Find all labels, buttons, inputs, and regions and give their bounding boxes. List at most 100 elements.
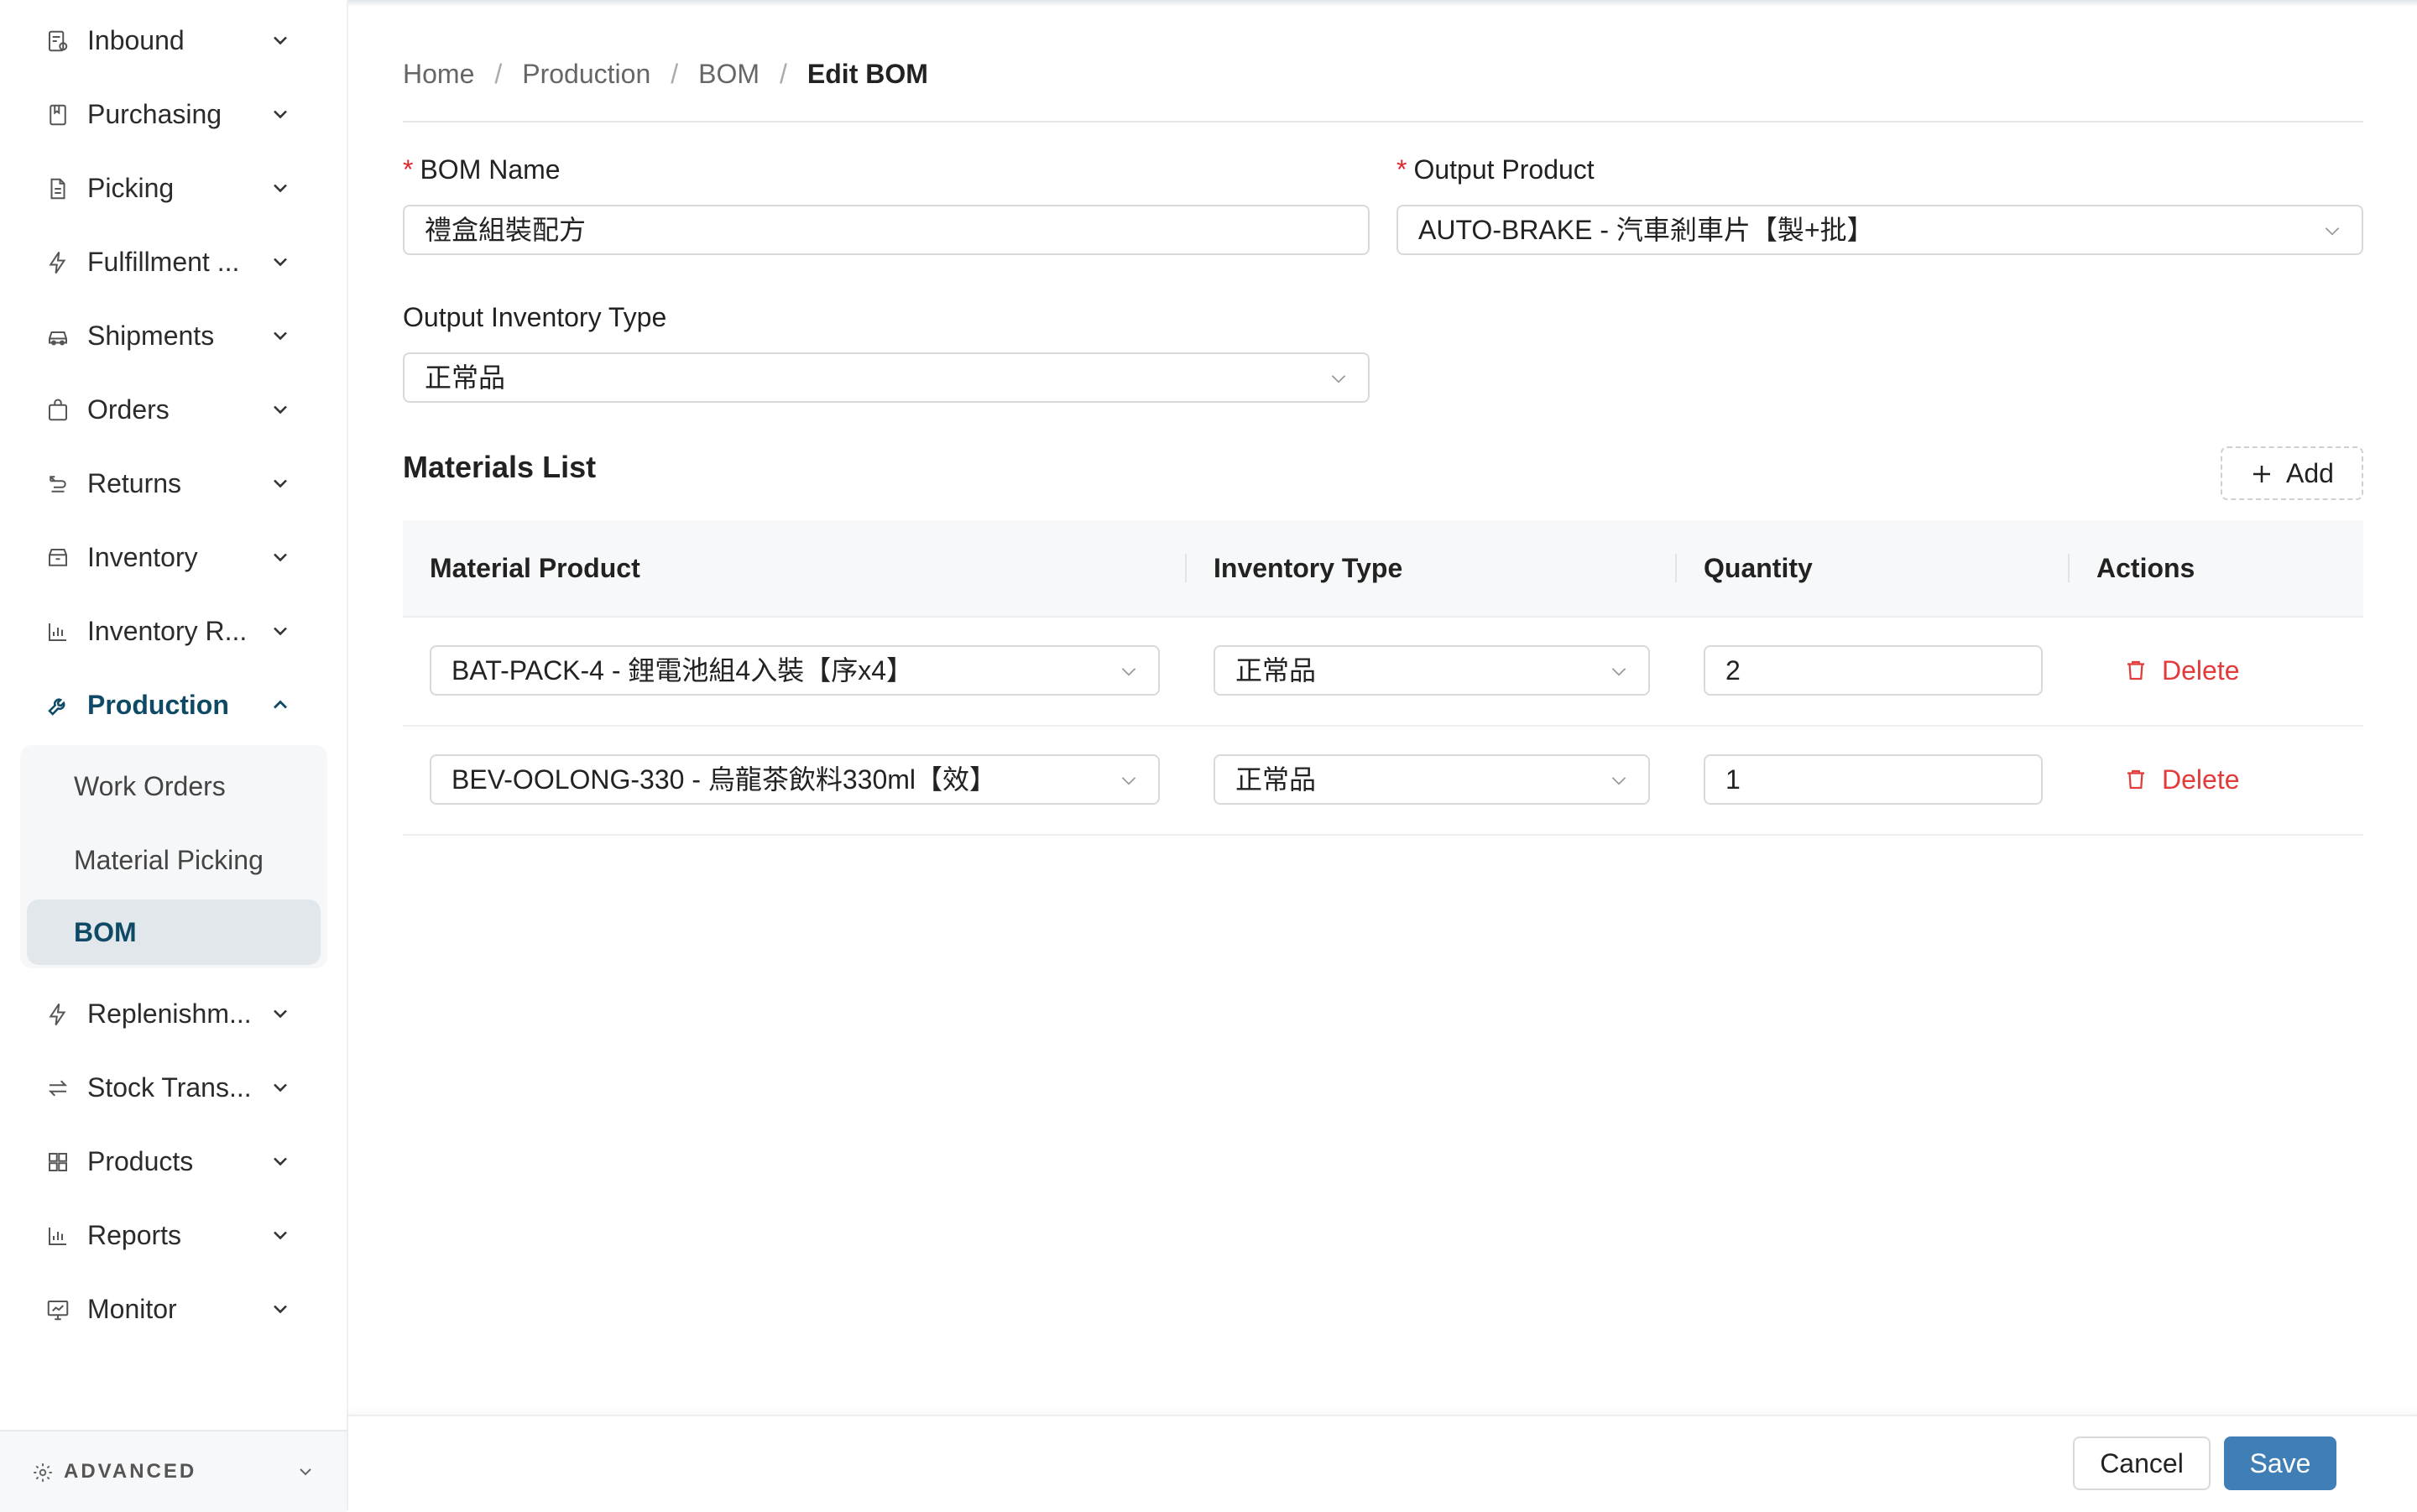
sidebar-item-products[interactable]: Products xyxy=(15,1129,331,1193)
breadcrumb-current: Edit BOM xyxy=(807,58,928,89)
sidebar-item-label: Shipments xyxy=(87,321,215,351)
inventory-icon xyxy=(45,545,70,571)
sidebar: Inbound Purchasing Picking Fulfillment .… xyxy=(0,0,348,1512)
material-product-select[interactable]: BAT-PACK-4 - 鋰電池組4入裝【序x4】 xyxy=(430,645,1160,696)
delete-label: Delete xyxy=(2162,655,2240,686)
delete-row-button[interactable]: Delete xyxy=(2123,754,2258,805)
sidebar-item-production[interactable]: Production xyxy=(15,673,331,737)
purchasing-icon xyxy=(45,102,70,128)
submenu-item-label: Work Orders xyxy=(74,771,226,801)
breadcrumb-home[interactable]: Home xyxy=(403,59,474,90)
column-header-material-product: Material Product xyxy=(430,553,640,583)
sidebar-item-label: Orders xyxy=(87,394,170,425)
returns-icon xyxy=(45,472,70,497)
stock-transfer-icon xyxy=(45,1076,70,1101)
quantity-input[interactable]: 2 xyxy=(1704,645,2043,696)
sidebar-item-label: Inventory xyxy=(87,542,198,572)
table-row: BEV-OOLONG-330 - 烏龍茶飲料330ml【效】 正常品 1 xyxy=(403,725,2363,836)
bom-name-input[interactable]: 禮盒組裝配方 xyxy=(403,205,1370,255)
inbound-icon xyxy=(45,29,70,54)
production-icon xyxy=(45,693,70,718)
sidebar-item-returns[interactable]: Returns xyxy=(15,451,331,515)
sidebar-item-label: Purchasing xyxy=(87,99,222,129)
orders-icon xyxy=(45,398,70,423)
chevron-down-icon xyxy=(269,1223,292,1247)
shipments-icon xyxy=(45,324,70,349)
sidebar-item-picking[interactable]: Picking xyxy=(15,156,331,220)
breadcrumb-separator: / xyxy=(671,58,679,89)
chevron-down-icon xyxy=(269,102,292,126)
output-product-value: AUTO-BRAKE - 汽車剎車片【製+批】 xyxy=(1418,215,1874,245)
chevron-down-icon xyxy=(269,250,292,274)
output-product-select[interactable]: AUTO-BRAKE - 汽車剎車片【製+批】 xyxy=(1396,205,2363,255)
materials-table-header: Material Product Inventory Type Quantity… xyxy=(403,520,2363,618)
save-button[interactable]: Save xyxy=(2224,1436,2336,1490)
sidebar-item-replenishment[interactable]: Replenishm... xyxy=(15,982,331,1045)
delete-row-button[interactable]: Delete xyxy=(2123,645,2258,696)
chevron-down-icon xyxy=(295,1462,316,1482)
submenu-item-material-picking[interactable]: Material Picking xyxy=(27,827,321,893)
sidebar-item-label: Stock Trans... xyxy=(87,1072,252,1103)
sidebar-item-reports[interactable]: Reports xyxy=(15,1203,331,1267)
sidebar-item-fulfillment[interactable]: Fulfillment ... xyxy=(15,230,331,294)
trash-icon xyxy=(2123,767,2148,792)
monitor-icon xyxy=(45,1297,70,1322)
sidebar-item-purchasing[interactable]: Purchasing xyxy=(15,82,331,146)
inventory-report-icon xyxy=(45,619,70,644)
chevron-down-icon xyxy=(269,1297,292,1321)
chevron-down-icon xyxy=(269,545,292,569)
add-button-label: Add xyxy=(2286,458,2334,488)
sidebar-item-label: Production xyxy=(87,690,229,720)
breadcrumb-bom[interactable]: BOM xyxy=(698,59,760,90)
inventory-type-value: 正常品 xyxy=(1235,655,1317,686)
sidebar-item-inbound[interactable]: Inbound xyxy=(15,8,331,72)
production-submenu: Work Orders Material Picking BOM xyxy=(20,745,327,968)
required-mark: * xyxy=(1396,154,1407,185)
breadcrumb-separator: / xyxy=(780,58,787,89)
quantity-input[interactable]: 1 xyxy=(1704,754,2043,805)
chevron-down-icon xyxy=(1328,368,1349,389)
chevron-down-icon xyxy=(269,1150,292,1173)
chevron-down-icon xyxy=(269,398,292,421)
gear-icon xyxy=(32,1462,54,1483)
chevron-down-icon xyxy=(269,619,292,643)
sidebar-item-monitor[interactable]: Monitor xyxy=(15,1277,331,1341)
submenu-item-label: Material Picking xyxy=(74,845,264,875)
inventory-type-select[interactable]: 正常品 xyxy=(1214,754,1650,805)
submenu-item-bom[interactable]: BOM xyxy=(27,899,321,965)
add-material-button[interactable]: Add xyxy=(2221,446,2363,500)
output-inventory-type-label: Output Inventory Type xyxy=(403,302,667,332)
chevron-down-icon xyxy=(269,472,292,495)
table-row: BAT-PACK-4 - 鋰電池組4入裝【序x4】 正常品 2 xyxy=(403,616,2363,727)
top-shadow xyxy=(348,0,2417,7)
chevron-down-icon xyxy=(2321,220,2343,242)
quantity-value: 2 xyxy=(1725,655,1741,686)
column-header-actions: Actions xyxy=(2096,553,2195,583)
required-mark: * xyxy=(403,154,414,185)
column-divider xyxy=(2068,554,2070,582)
submenu-item-label: BOM xyxy=(74,917,137,947)
sidebar-item-shipments[interactable]: Shipments xyxy=(15,304,331,368)
advanced-toggle[interactable]: ADVANCED xyxy=(0,1430,347,1512)
bom-name-value: 禮盒組裝配方 xyxy=(425,215,587,245)
sidebar-item-label: Reports xyxy=(87,1220,182,1250)
output-product-label-text: Output Product xyxy=(1413,154,1595,185)
picking-icon xyxy=(45,176,70,201)
inventory-type-select[interactable]: 正常品 xyxy=(1214,645,1650,696)
sidebar-item-inventory[interactable]: Inventory xyxy=(15,525,331,589)
cancel-button[interactable]: Cancel xyxy=(2073,1436,2211,1490)
sidebar-item-inventory-report[interactable]: Inventory R... xyxy=(15,599,331,663)
sidebar-item-label: Inventory R... xyxy=(87,616,248,646)
sidebar-item-label: Fulfillment ... xyxy=(87,247,240,277)
sidebar-item-label: Monitor xyxy=(87,1294,177,1324)
trash-icon xyxy=(2123,658,2148,683)
inventory-type-value: 正常品 xyxy=(1235,764,1317,795)
sidebar-item-stock-transfer[interactable]: Stock Trans... xyxy=(15,1056,331,1119)
submenu-item-work-orders[interactable]: Work Orders xyxy=(27,753,321,819)
sidebar-item-orders[interactable]: Orders xyxy=(15,378,331,441)
output-inventory-type-select[interactable]: 正常品 xyxy=(403,352,1370,403)
material-product-select[interactable]: BEV-OOLONG-330 - 烏龍茶飲料330ml【效】 xyxy=(430,754,1160,805)
breadcrumb-production[interactable]: Production xyxy=(522,59,650,90)
chevron-down-icon xyxy=(269,29,292,52)
materials-list-title: Materials List xyxy=(403,450,597,484)
